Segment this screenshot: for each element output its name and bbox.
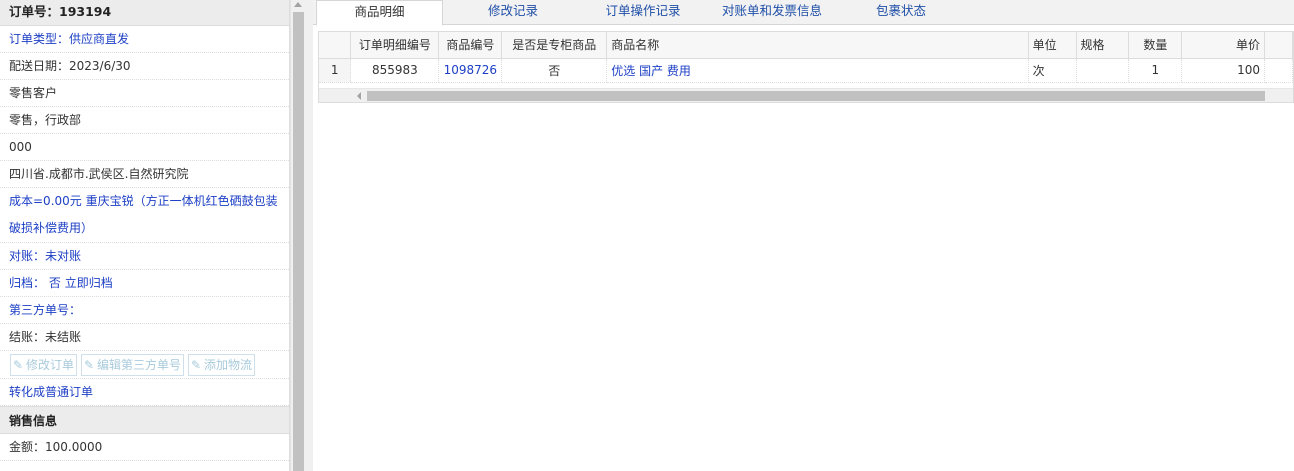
detail-id-cell: 855983 <box>350 58 440 83</box>
delivery-address: 四川省.成都市.武侯区.自然研究院 <box>0 161 289 188</box>
filler-cell <box>1264 58 1293 83</box>
product-table: 订单明细编号 商品编号 是否是专柜商品 商品名称 单位 规格 数量 单价 1 8… <box>319 32 1293 83</box>
tab-order-operation-log[interactable]: 订单操作记录 <box>583 0 703 25</box>
edit-icon: ✎ <box>84 358 95 372</box>
edit-icon: ✎ <box>13 358 24 372</box>
horizontal-scroll-thumb[interactable] <box>367 91 1265 101</box>
product-grid: 订单明细编号 商品编号 是否是专柜商品 商品名称 单位 规格 数量 单价 1 8… <box>318 31 1294 103</box>
archive-value: 否 <box>48 276 61 290</box>
order-type: 订单类型：供应商直发 <box>0 26 289 53</box>
row-number: 1 <box>319 58 352 83</box>
left-panel-scrollbar[interactable] <box>290 0 305 471</box>
edit-third-party-label: 编辑第三方单号 <box>97 358 182 372</box>
reconcile-status: 对账：未对账 <box>0 243 289 270</box>
scroll-left-arrow-icon[interactable] <box>357 92 361 100</box>
sales-info-header: 销售信息 <box>0 406 289 434</box>
settle-status: 结账：未结账 <box>0 324 289 351</box>
detail-tabs: 商品明细 修改记录 订单操作记录 对账单和发票信息 包裹状态 <box>313 0 1294 26</box>
add-logistics-label: 添加物流 <box>204 358 253 372</box>
grid-horizontal-scrollbar[interactable] <box>319 88 1293 102</box>
action-buttons: ✎ 修改订单 ✎ 编辑第三方单号 ✎ 添加物流 <box>0 351 289 379</box>
edit-order-button[interactable]: ✎ 修改订单 <box>10 354 78 376</box>
customer-name: 零售客户 <box>0 80 289 107</box>
order-number-header: 订单号：193194 <box>0 0 289 26</box>
amount: 金额：100.0000 <box>0 434 289 461</box>
column-header[interactable]: 商品编号 <box>438 32 503 59</box>
column-header[interactable]: 规格 <box>1076 32 1130 59</box>
delivery-date: 配送日期：2023/6/30 <box>0 53 289 80</box>
column-header[interactable]: 是否是专柜商品 <box>501 32 608 59</box>
scroll-thumb[interactable] <box>293 12 304 471</box>
tab-change-log[interactable]: 修改记录 <box>443 0 583 25</box>
cost-info: 成本=0.00元 重庆宝锐（方正一体机红色硒鼓包装破损补偿费用） <box>0 188 289 243</box>
tab-package-status[interactable]: 包裹状态 <box>841 0 961 25</box>
quantity-cell: 1 <box>1128 58 1183 83</box>
customer-department: 零售，行政部 <box>0 107 289 134</box>
tab-product-details[interactable]: 商品明细 <box>316 0 443 26</box>
column-header <box>1264 32 1293 59</box>
archive-row: 归档： 否 立即归档 <box>0 270 289 297</box>
archive-now-link[interactable]: 立即归档 <box>65 276 113 290</box>
spec-cell <box>1076 58 1130 83</box>
tab-statement-invoice[interactable]: 对账单和发票信息 <box>703 0 841 25</box>
order-detail-area: 商品明细 修改记录 订单操作记录 对账单和发票信息 包裹状态 订单明细编号 商品… <box>313 0 1294 471</box>
add-logistics-button[interactable]: ✎ 添加物流 <box>188 354 256 376</box>
scroll-up-arrow-icon[interactable] <box>294 2 302 7</box>
is-counter-cell: 否 <box>501 58 608 83</box>
column-header[interactable]: 单位 <box>1028 32 1077 59</box>
convert-to-normal-order-link[interactable]: 转化成普通订单 <box>0 379 289 406</box>
unit-cell: 次 <box>1028 58 1077 83</box>
edit-order-label: 修改订单 <box>26 358 75 372</box>
column-header[interactable]: 商品名称 <box>606 32 1029 59</box>
product-name-link[interactable]: 优选 国产 费用 <box>606 58 1029 83</box>
edit-third-party-button[interactable]: ✎ 编辑第三方单号 <box>81 354 185 376</box>
table-header-row: 订单明细编号 商品编号 是否是专柜商品 商品名称 单位 规格 数量 单价 <box>319 32 1293 59</box>
table-row[interactable]: 1 855983 1098726 否 优选 国产 费用 次 1 100 <box>319 58 1293 83</box>
order-info-panel: 订单号：193194 订单类型：供应商直发 配送日期：2023/6/30 零售客… <box>0 0 290 471</box>
row-number-header <box>319 32 352 59</box>
product-id-link[interactable]: 1098726 <box>438 58 503 83</box>
column-header[interactable]: 数量 <box>1128 32 1183 59</box>
column-header[interactable]: 订单明细编号 <box>350 32 440 59</box>
splitter[interactable] <box>305 0 313 471</box>
price-cell: 100 <box>1181 58 1266 83</box>
column-header[interactable]: 单价 <box>1181 32 1266 59</box>
third-party-number: 第三方单号： <box>0 297 289 324</box>
edit-icon: ✎ <box>191 358 202 372</box>
archive-label: 归档： <box>9 276 46 290</box>
customer-code: 000 <box>0 134 289 161</box>
